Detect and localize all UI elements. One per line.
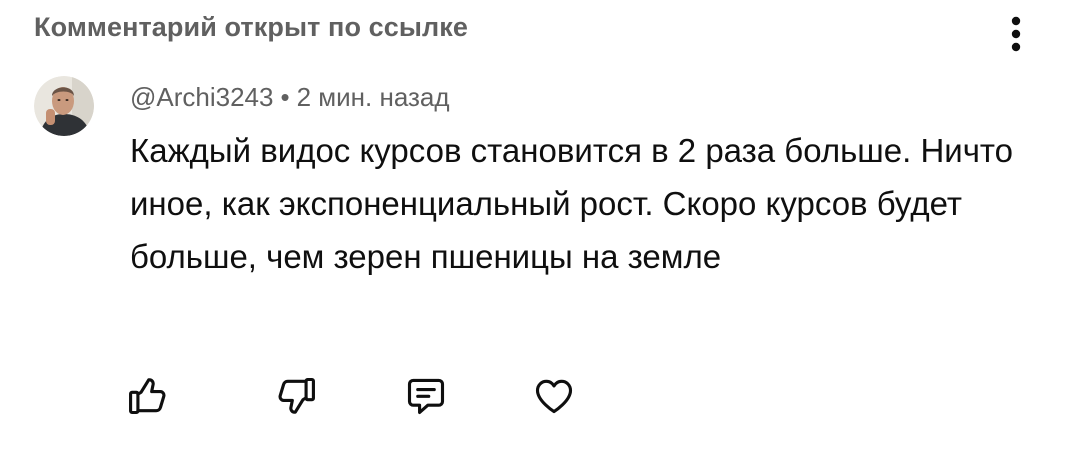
heart-icon (535, 379, 573, 414)
like-button[interactable] (124, 372, 172, 420)
page-title: Комментарий открыт по ссылке (34, 12, 469, 42)
author-name[interactable]: @Archi3243 (130, 82, 273, 112)
dislike-button[interactable] (272, 372, 320, 420)
avatar[interactable] (34, 76, 94, 136)
thumbs-down-icon (278, 377, 315, 414)
comment-body: Каждый видос курсов становится в 2 раза … (130, 132, 1014, 275)
meta-separator: • (280, 82, 290, 112)
reply-button[interactable] (402, 372, 450, 420)
heart-button[interactable] (530, 372, 578, 420)
more-vertical-icon (1011, 16, 1021, 52)
comment-meta: @Archi3243 • 2 мин. назад (130, 82, 450, 113)
thumbs-up-icon (129, 378, 166, 415)
avatar-image (34, 76, 94, 136)
reply-icon (407, 378, 445, 415)
comment-timestamp[interactable]: 2 мин. назад (297, 82, 450, 112)
more-options-button[interactable] (996, 12, 1036, 56)
